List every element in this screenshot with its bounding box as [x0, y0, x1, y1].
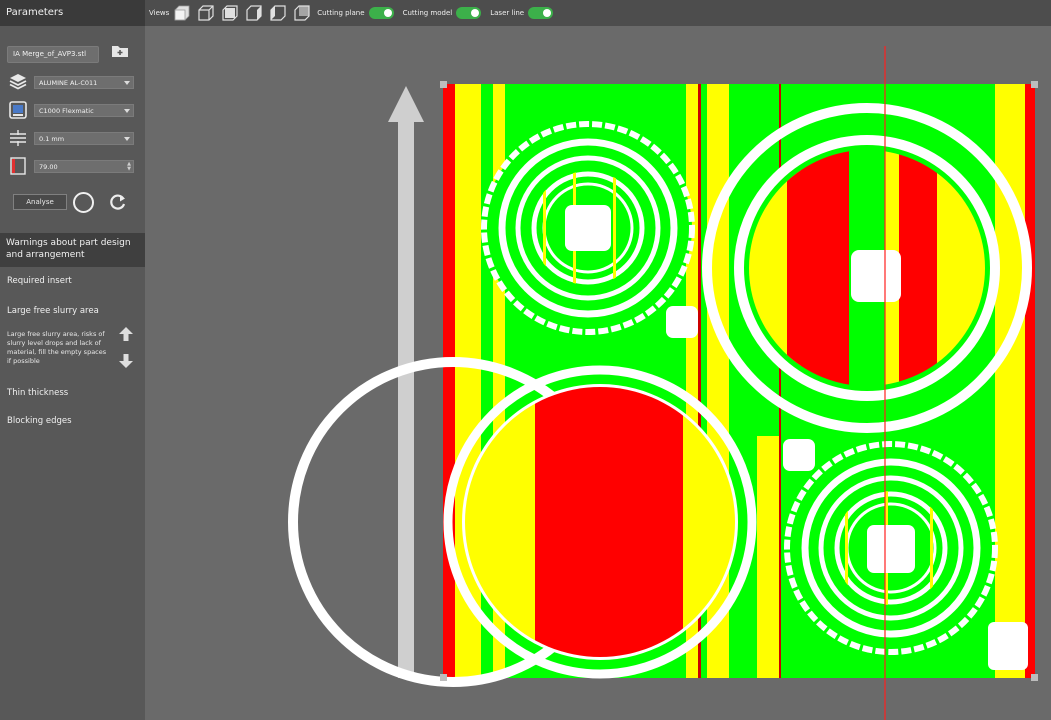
part-large-top-right [702, 103, 1032, 433]
part-gear-top-left [481, 121, 695, 335]
3d-viewport[interactable] [145, 26, 1051, 720]
part-gear-bottom-right [784, 441, 998, 655]
layer-value: 0.1 mm [39, 134, 65, 143]
warnings-header: Warnings about part design and arrangeme… [0, 233, 145, 267]
parameters-sidebar: Parameters IA Merge_of_AVP3.stl ALUMINE … [0, 0, 145, 720]
machine-row: C1000 Flexmatic [7, 96, 145, 124]
view-front-icon[interactable] [173, 4, 191, 22]
value-stepper[interactable]: 79.00 ▲ ▼ [34, 159, 134, 173]
arrow-up-icon[interactable] [118, 326, 134, 342]
view-iso-icon[interactable] [197, 4, 215, 22]
warning-description: Large free slurry area, risks of slurry … [7, 330, 107, 365]
build-direction-arrow [388, 86, 424, 678]
value-text: 79.00 [39, 162, 58, 171]
cutting-plane-toggle[interactable] [368, 7, 394, 19]
analyse-button[interactable]: Analyse [13, 194, 67, 210]
warning-required-insert[interactable]: Required insert [7, 276, 72, 286]
printer-icon [7, 99, 29, 121]
parameters-header: Parameters [0, 0, 145, 26]
arrow-down-icon[interactable] [118, 353, 134, 369]
refresh-icon[interactable] [107, 191, 129, 213]
parameters-panel: IA Merge_of_AVP3.stl ALUMINE AL-C011 C10… [0, 26, 145, 216]
view-back-icon[interactable] [293, 4, 311, 22]
warning-thin-thickness[interactable]: Thin thickness [7, 388, 68, 398]
circle-icon[interactable] [73, 191, 94, 213]
layer-row: 0.1 mm [7, 124, 145, 152]
cutting-model-toggle[interactable] [456, 7, 482, 19]
folder-add-icon[interactable] [111, 44, 129, 58]
laser-line-label: Laser line [490, 9, 525, 17]
laser-line-toggle[interactable] [528, 7, 554, 19]
machine-value: C1000 Flexmatic [39, 106, 94, 115]
stepper-arrows-icon[interactable]: ▲ ▼ [127, 161, 131, 172]
layers-icon [7, 71, 29, 93]
file-row: IA Merge_of_AVP3.stl [7, 40, 145, 68]
small-insert-1 [666, 306, 698, 338]
views-label: Views [149, 9, 170, 17]
view-side-icon[interactable] [245, 4, 263, 22]
view-top-icon[interactable] [221, 4, 239, 22]
warning-large-free-slurry[interactable]: Large free slurry area [7, 306, 99, 316]
warning-blocking-edges[interactable]: Blocking edges [7, 416, 72, 426]
dimension-icon [7, 155, 29, 177]
material-select[interactable]: ALUMINE AL-C011 [34, 75, 134, 89]
chevron-down-icon [124, 80, 130, 85]
cutting-model-label: Cutting model [402, 9, 453, 17]
view-left-icon[interactable] [269, 4, 287, 22]
machine-select[interactable]: C1000 Flexmatic [34, 103, 134, 117]
file-name-field[interactable]: IA Merge_of_AVP3.stl [7, 45, 99, 63]
layer-thickness-icon [7, 127, 29, 149]
chevron-down-icon [124, 136, 130, 141]
layer-select[interactable]: 0.1 mm [34, 131, 134, 145]
material-row: ALUMINE AL-C011 [7, 68, 145, 96]
small-insert-3 [988, 622, 1028, 670]
top-toolbar: Views Cutting plane Cutting model Laser … [145, 0, 1051, 26]
value-row: 79.00 ▲ ▼ [7, 152, 145, 180]
build-plate-drawing[interactable] [145, 26, 1051, 720]
chevron-down-icon [124, 108, 130, 113]
material-value: ALUMINE AL-C011 [39, 78, 98, 87]
cutting-plane-label: Cutting plane [317, 9, 365, 17]
actions-row: Analyse [7, 180, 145, 216]
small-insert-2 [783, 439, 815, 471]
